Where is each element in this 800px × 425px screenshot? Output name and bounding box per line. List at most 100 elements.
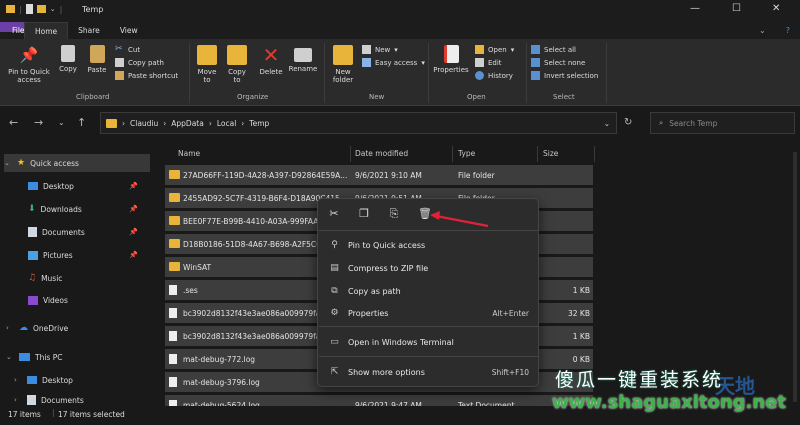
copy-path-button[interactable]: Copy path	[115, 56, 178, 69]
sidebar-item-quick-access[interactable]: ⌄ ★ Quick access	[4, 154, 150, 172]
delete-button[interactable]: ✕ Delete	[258, 45, 284, 76]
table-row[interactable]: 27AD66FF-119D-4A28-A397-D92864E59A... 9/6…	[165, 165, 593, 185]
customize-chevron-icon[interactable]: ⌄	[50, 5, 56, 13]
more-options-icon: ⇱	[330, 366, 339, 377]
sidebar-item-pc-documents[interactable]: › Documents	[14, 394, 152, 406]
column-header-type[interactable]: Type	[458, 146, 475, 162]
properties-icon[interactable]	[25, 4, 33, 14]
invert-selection-button[interactable]: Invert selection	[531, 69, 598, 82]
address-bar[interactable]: › Claudiu › AppData › Local › Temp ⌄	[100, 112, 617, 134]
expand-ribbon-chevron-icon[interactable]: ⌄	[749, 22, 776, 39]
pictures-icon	[28, 250, 38, 260]
help-icon[interactable]: ?	[776, 22, 800, 39]
search-input[interactable]: ⌕ Search Temp	[650, 112, 795, 134]
paste-button[interactable]: Paste	[84, 45, 110, 74]
rename-icon	[294, 48, 312, 62]
documents-icon	[28, 227, 37, 237]
context-menu-item[interactable]: ▭ Open in Windows Terminal	[318, 332, 540, 352]
context-menu-label: Copy as path	[348, 286, 401, 296]
new-group-label: New	[369, 93, 385, 101]
context-menu-shortcut: Alt+Enter	[492, 308, 529, 318]
history-button[interactable]: History	[475, 69, 514, 82]
new-folder-button[interactable]: New folder	[329, 45, 357, 84]
sidebar-item-videos[interactable]: Videos	[28, 291, 152, 309]
paste-icon	[89, 45, 105, 63]
folder-icon	[169, 239, 180, 248]
breadcrumb-appdata[interactable]: AppData	[171, 119, 204, 128]
move-to-button[interactable]: Move to	[194, 45, 220, 84]
context-menu-item[interactable]: ⧉ Copy as path	[318, 281, 540, 301]
copy-icon	[61, 45, 75, 62]
copy-icon[interactable]: ❐	[358, 208, 370, 220]
desktop-icon	[28, 182, 38, 190]
column-header-name[interactable]: Name	[178, 146, 200, 162]
watermark-url: www.shaguaxitong.net	[552, 392, 787, 413]
star-icon: ★	[17, 158, 26, 168]
breadcrumb-claudiu[interactable]: Claudiu	[130, 119, 158, 128]
column-header-date[interactable]: Date modified	[355, 146, 408, 162]
new-item-button[interactable]: New ▾	[362, 43, 425, 56]
quick-access-toolbar: | ⌄ |	[6, 4, 62, 14]
folder-icon	[169, 170, 180, 179]
close-button[interactable]: ✕	[772, 3, 780, 14]
context-menu-label: Properties	[348, 308, 389, 318]
move-to-icon	[197, 45, 217, 65]
cut-icon[interactable]: ✂	[328, 208, 340, 220]
refresh-icon[interactable]: ↻	[624, 117, 632, 128]
recent-chevron-icon[interactable]: ⌄	[58, 118, 65, 127]
address-dropdown-icon[interactable]: ⌄	[604, 119, 610, 128]
sidebar-item-downloads[interactable]: ⬇ Downloads 📌	[28, 200, 152, 218]
breadcrumb-local[interactable]: Local	[217, 119, 236, 128]
tab-home[interactable]: Home	[24, 22, 69, 39]
easy-access-button[interactable]: Easy access ▾	[362, 56, 425, 69]
breadcrumb-temp[interactable]: Temp	[249, 119, 269, 128]
copy-button[interactable]: Copy	[56, 45, 80, 73]
file-name: 27AD66FF-119D-4A28-A397-D92864E59A...	[183, 170, 348, 180]
file-date: 9/6/2021 9:10 AM	[355, 170, 422, 180]
sidebar-item-documents[interactable]: Documents 📌	[28, 223, 152, 241]
sidebar-item-desktop[interactable]: Desktop 📌	[28, 177, 152, 195]
sidebar-item-pictures[interactable]: Pictures 📌	[28, 246, 152, 264]
sidebar-item-music[interactable]: ♫ Music	[28, 269, 152, 287]
paste-shortcut-button[interactable]: Paste shortcut	[115, 69, 178, 82]
select-none-button[interactable]: Select none	[531, 56, 598, 69]
up-arrow-icon[interactable]: ↑	[77, 116, 86, 129]
pin-icon: 📌	[129, 182, 138, 190]
delete-x-icon: ✕	[262, 43, 280, 67]
rename-button[interactable]: Rename	[288, 45, 318, 73]
column-header-size[interactable]: Size	[543, 146, 558, 162]
tab-view[interactable]: View	[110, 22, 148, 39]
chevron-right-icon: ›	[6, 324, 9, 332]
copy-to-button[interactable]: Copy to	[224, 45, 250, 84]
context-menu-item[interactable]: ⚙ Properties Alt+Enter	[318, 303, 540, 323]
select-all-button[interactable]: Select all	[531, 43, 598, 56]
arrow-line	[435, 214, 489, 228]
back-arrow-icon[interactable]: ←	[9, 116, 18, 129]
context-menu-item[interactable]: ⚲ Pin to Quick access	[318, 235, 540, 255]
sidebar-item-pc-desktop[interactable]: › Desktop	[14, 371, 152, 389]
rename-icon[interactable]: ⎘	[388, 208, 400, 220]
maximize-button[interactable]: ☐	[732, 3, 741, 14]
properties-button[interactable]: Properties	[432, 45, 470, 74]
minimize-button[interactable]: —	[690, 3, 700, 14]
tab-share[interactable]: Share	[68, 22, 110, 39]
edit-button[interactable]: Edit	[475, 56, 514, 69]
file-icon	[169, 377, 177, 387]
pin-quick-access-button[interactable]: 📌 Pin to Quick access	[4, 45, 54, 84]
computer-icon	[19, 353, 30, 361]
context-menu-item[interactable]: ⇱ Show more options Shift+F10	[318, 362, 540, 382]
sidebar-item-this-pc[interactable]: ⌄ This PC	[6, 348, 152, 366]
search-icon: ⌕	[659, 118, 664, 127]
new-item-icon	[362, 45, 371, 54]
new-folder-icon[interactable]	[36, 5, 46, 13]
cut-button[interactable]: ✂ Cut	[115, 43, 178, 56]
sidebar-item-onedrive[interactable]: › ☁ OneDrive	[6, 319, 152, 337]
tab-file[interactable]: File	[0, 22, 25, 35]
open-button[interactable]: Open ▾	[475, 43, 514, 56]
chevron-right-icon: ›	[14, 396, 17, 404]
folder-icon	[169, 193, 180, 202]
scissors-icon: ✂	[115, 44, 123, 54]
open-group-label: Open	[467, 93, 486, 101]
context-menu-item[interactable]: ▤ Compress to ZIP file	[318, 258, 540, 278]
forward-arrow-icon[interactable]: →	[34, 116, 43, 129]
